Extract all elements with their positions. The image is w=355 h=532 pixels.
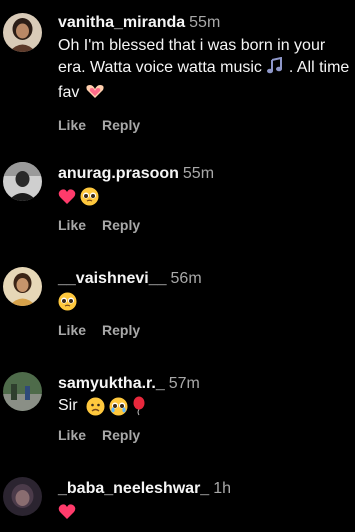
reply-button[interactable]: Reply — [102, 322, 140, 338]
timestamp: 55m — [189, 14, 221, 31]
username[interactable]: _baba_neeleshwar_ — [58, 480, 209, 497]
username[interactable]: __vaishnevi__ — [58, 270, 167, 287]
like-button[interactable]: Like — [58, 117, 86, 133]
comment-emojis — [58, 500, 353, 522]
avatar[interactable] — [3, 372, 42, 411]
username[interactable]: samyuktha.r._ — [58, 375, 165, 392]
frowning-face-icon — [86, 397, 105, 416]
pink-heart-icon — [58, 188, 76, 205]
timestamp: 1h — [213, 480, 231, 497]
comment-emojis: Sir — [58, 395, 353, 417]
comment-emojis — [58, 185, 353, 207]
username[interactable]: vanitha_miranda — [58, 14, 185, 31]
like-button[interactable]: Like — [58, 322, 86, 338]
timestamp: 55m — [182, 165, 215, 182]
pink-heart-icon — [58, 503, 76, 520]
music-notes-icon — [266, 56, 284, 82]
timestamp: 57m — [168, 375, 200, 392]
timestamp: 56m — [170, 270, 202, 287]
like-button[interactable]: Like — [58, 217, 86, 233]
avatar[interactable] — [3, 13, 42, 52]
comment-text-main: Oh I'm blessed that i was born in your e… — [58, 37, 326, 76]
reply-button[interactable]: Reply — [102, 117, 140, 133]
reply-button[interactable]: Reply — [102, 427, 140, 443]
comment-text: Sir — [58, 397, 78, 414]
avatar[interactable] — [3, 477, 42, 516]
username[interactable]: anurag.prasoon — [58, 165, 179, 182]
comment-text: Oh I'm blessed that i was born in your e… — [58, 35, 353, 107]
balloon-icon — [132, 396, 146, 416]
comment-emojis — [58, 290, 353, 312]
avatar[interactable] — [3, 267, 42, 306]
pleading-face-icon — [80, 187, 99, 206]
avatar[interactable] — [3, 162, 42, 201]
crying-face-icon — [109, 397, 128, 416]
heart-hands-icon — [84, 82, 106, 107]
like-button[interactable]: Like — [58, 427, 86, 443]
pleading-face-icon — [58, 292, 77, 311]
reply-button[interactable]: Reply — [102, 217, 140, 233]
